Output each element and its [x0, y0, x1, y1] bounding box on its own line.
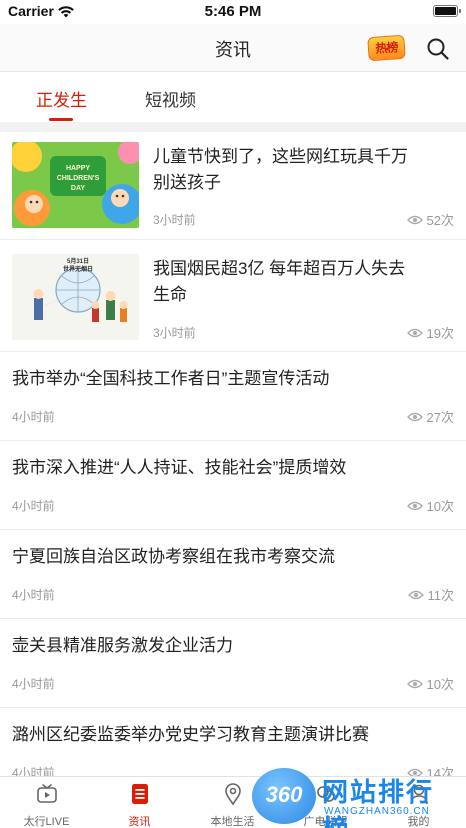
tabbar-label: 太行LIVE [23, 816, 70, 828]
svg-text:CHILDREN'S: CHILDREN'S [57, 175, 100, 182]
svg-text:DAY: DAY [71, 185, 85, 192]
news-title[interactable]: 儿童节快到了，这些网红玩具千万 别送孩子 [153, 144, 453, 196]
watermark-badge: 360 [252, 768, 316, 824]
eye-icon [406, 412, 423, 421]
tabbar-item-news[interactable]: 资讯 [93, 777, 186, 828]
news-title[interactable]: 我市深入推进“人人持证、技能社会”提质增效 [12, 455, 456, 481]
category-tabs: 正发生 短视频 [0, 72, 466, 122]
svg-text:世界无烟日: 世界无烟日 [63, 265, 93, 273]
eye-icon [407, 590, 424, 599]
news-item[interactable]: 我市深入推进“人人持证、技能社会”提质增效 4小时前 10次 [0, 442, 466, 530]
news-item[interactable]: HAPPY CHILDREN'S DAY 儿童节快到了，这些网红玩具千万 别送孩… [0, 132, 466, 240]
eye-icon [406, 501, 423, 510]
news-title[interactable]: 壶关县精准服务激发企业活力 [12, 633, 456, 659]
location-pin-icon [225, 783, 241, 805]
clock: 5:46 PM [204, 3, 262, 20]
news-views: 27次 [406, 407, 454, 426]
tabbar-item-live[interactable]: 太行LIVE [0, 777, 93, 828]
battery-icon [433, 5, 461, 17]
news-views-count: 11次 [427, 588, 455, 603]
status-bar: Carrier 5:46 PM [0, 0, 466, 24]
section-divider [0, 122, 466, 132]
eye-icon [406, 328, 423, 337]
news-time: 4小时前 [12, 677, 55, 691]
news-time: 3小时前 [153, 326, 196, 340]
tab-short-video[interactable]: 短视频 [145, 86, 196, 111]
watermark-badge-text: 360 [265, 782, 303, 807]
news-views-count: 10次 [426, 677, 454, 692]
no-tobacco-day-image: 5月31日 世界无烟日 [12, 254, 139, 340]
watermark-url: WANGZHAN360.CN [324, 806, 430, 817]
news-icon [132, 784, 148, 804]
eye-icon [406, 215, 423, 224]
childrens-day-image: HAPPY CHILDREN'S DAY [12, 142, 139, 228]
news-list[interactable]: HAPPY CHILDREN'S DAY 儿童节快到了，这些网红玩具千万 别送孩… [0, 132, 466, 776]
news-item[interactable]: 壶关县精准服务激发企业活力 4小时前 10次 [0, 620, 466, 708]
eye-icon [406, 679, 423, 688]
news-title[interactable]: 我市举办“全国科技工作者日”主题宣传活动 [12, 366, 456, 392]
tab-happening[interactable]: 正发生 [36, 86, 87, 111]
news-thumbnail[interactable]: HAPPY CHILDREN'S DAY [12, 142, 139, 228]
news-views: 52次 [406, 210, 454, 229]
svg-text:5月31日: 5月31日 [67, 257, 89, 265]
watermark: 360 网站排行榜 WANGZHAN360.CN [252, 766, 458, 828]
news-views-count: 27次 [426, 410, 454, 425]
news-title-line: 别送孩子 [153, 173, 221, 192]
hot-list-label: 热榜 [375, 40, 398, 56]
news-views: 11次 [407, 585, 455, 604]
news-views-count: 19次 [426, 326, 454, 341]
news-thumbnail[interactable]: 5月31日 世界无烟日 [12, 254, 139, 340]
news-time: 3小时前 [153, 213, 196, 227]
nav-bar: 资讯 热榜 [0, 24, 466, 72]
news-time: 4小时前 [12, 766, 55, 776]
news-item[interactable]: 5月31日 世界无烟日 我国烟民超3亿 每年超百万人失去 生命 3小时前 19次 [0, 242, 466, 352]
news-views-count: 10次 [426, 499, 454, 514]
news-title[interactable]: 潞州区纪委监委举办党史学习教育主题演讲比赛 [12, 722, 456, 748]
tv-icon [37, 784, 57, 803]
news-title-line: 生命 [153, 285, 187, 304]
tabbar-label: 资讯 [128, 816, 151, 828]
news-item[interactable]: 我市举办“全国科技工作者日”主题宣传活动 4小时前 27次 [0, 353, 466, 441]
news-views: 10次 [406, 674, 454, 693]
search-icon[interactable] [426, 37, 450, 61]
tab-indicator [49, 118, 73, 121]
news-title-line: 我国烟民超3亿 每年超百万人失去 [153, 259, 406, 278]
news-item[interactable]: 宁夏回族自治区政协考察组在我市考察交流 4小时前 11次 [0, 531, 466, 619]
news-title-line: 儿童节快到了，这些网红玩具千万 [153, 147, 408, 166]
news-time: 4小时前 [12, 499, 55, 513]
news-views-count: 52次 [426, 213, 454, 228]
watermark-title: 网站排行榜 [322, 777, 435, 828]
news-title[interactable]: 我国烟民超3亿 每年超百万人失去 生命 [153, 256, 453, 308]
news-title[interactable]: 宁夏回族自治区政协考察组在我市考察交流 [12, 544, 456, 570]
news-time: 4小时前 [12, 588, 55, 602]
svg-text:HAPPY: HAPPY [66, 165, 90, 172]
news-time: 4小时前 [12, 410, 55, 424]
hot-list-button[interactable]: 热榜 [367, 34, 406, 62]
news-views: 10次 [406, 496, 454, 515]
news-views: 19次 [406, 323, 454, 342]
